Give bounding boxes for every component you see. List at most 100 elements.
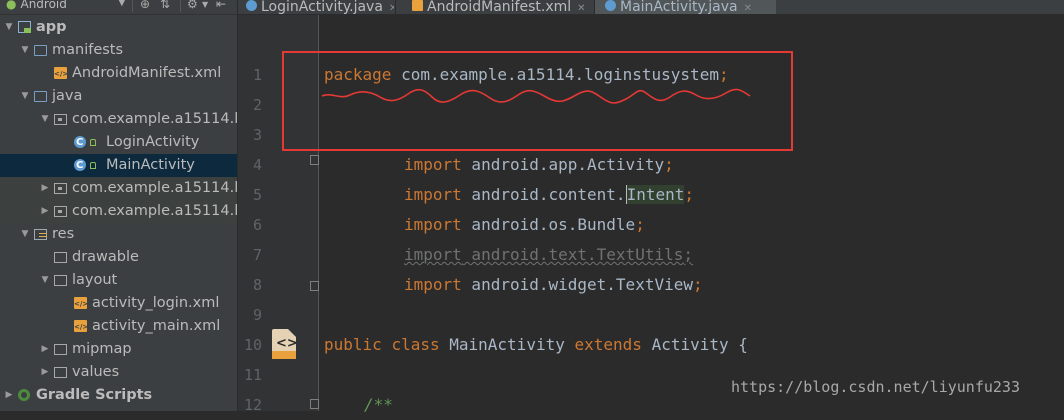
tree-item[interactable]: AndroidManifest.xml <box>0 62 237 86</box>
tree-item-label: java <box>52 88 83 104</box>
annotation-scribble <box>321 88 751 104</box>
tree-item[interactable]: ▶ Gradle Scripts <box>0 384 237 407</box>
line-number: 10 <box>243 336 262 354</box>
collapsed-arrow-icon[interactable]: ▶ <box>40 200 50 223</box>
tree-item-label: com.example.a15114.logi <box>72 203 238 219</box>
keyword: import <box>404 215 462 234</box>
tree-item-label: layout <box>72 272 118 288</box>
class-name: MainActivity <box>449 335 565 354</box>
code-editor[interactable]: 1 2 3 4 5 6 7 8 9 10 11 12 package com.example.a151… <box>238 15 1064 414</box>
tree-item[interactable]: ▶ mipmap <box>0 338 237 361</box>
tree-item[interactable]: ▶ com.example.a15114.logi <box>0 177 237 200</box>
tree-item[interactable]: ▶ com.example.a15114.logi <box>0 200 237 223</box>
tab-label: MainActivity.java <box>620 0 738 14</box>
folder-icon <box>54 344 67 355</box>
expanded-arrow-icon[interactable]: ▼ <box>20 223 30 246</box>
keyword: extends <box>574 335 642 354</box>
code-line-4: import android.app.Activity; <box>404 150 674 180</box>
tree-item-label: com.example.a15114.logi <box>72 180 238 196</box>
tab-android-manifest[interactable]: AndroidManifest.xml ✕ <box>404 0 600 14</box>
tree-item[interactable]: ▼ com.example.a15114.logi <box>0 108 237 131</box>
line-number: 4 <box>252 156 262 174</box>
folder-icon <box>34 91 47 102</box>
tab-label: LoginActivity.java <box>261 0 383 14</box>
hide-panel-icon[interactable]: ⇤ <box>216 0 226 11</box>
keyword: import <box>404 275 462 294</box>
tree-item[interactable]: MainActivity <box>0 154 237 177</box>
expanded-arrow-icon[interactable]: ▼ <box>40 269 50 292</box>
line-number: 9 <box>252 306 262 324</box>
tree-item[interactable]: ▶ values <box>0 361 237 384</box>
tab-login-activity[interactable]: LoginActivity.java ✕ <box>238 0 394 14</box>
tree-item[interactable]: ▼ layout <box>0 269 237 292</box>
gear-menu-icon[interactable]: ▼ <box>202 0 208 9</box>
tree-item[interactable]: ▼ res <box>0 223 237 246</box>
fold-marker-icon[interactable] <box>310 281 319 291</box>
tab-divider <box>395 0 396 14</box>
res-folder-icon <box>34 229 47 240</box>
expanded-arrow-icon[interactable]: ▼ <box>40 108 50 131</box>
gear-icon[interactable]: ⚙ <box>187 0 198 11</box>
tree-item[interactable]: ▼ java <box>0 85 237 108</box>
expanded-arrow-icon[interactable]: ▼ <box>4 16 14 39</box>
open-brace: { <box>738 335 748 354</box>
project-panel: ●Android ▼ ⊕ ⇅ ⚙ ▼ ⇤ ▼ app ▼ manifests Andro… <box>0 0 238 411</box>
close-icon[interactable]: ✕ <box>389 3 394 14</box>
tree-item[interactable]: drawable <box>0 246 237 269</box>
class-icon <box>74 154 86 177</box>
expanded-arrow-icon[interactable]: ▼ <box>20 85 30 108</box>
semicolon: ; <box>683 245 693 264</box>
code-line-10: public class MainActivity extends Activi… <box>324 330 748 360</box>
tree-item[interactable]: activity_login.xml <box>0 292 237 316</box>
tree-item-label: values <box>72 364 120 380</box>
keyword: import <box>404 185 462 204</box>
gradle-icon <box>18 389 30 401</box>
tree-item[interactable]: LoginActivity <box>0 131 237 154</box>
tree-item-label: app <box>36 19 67 35</box>
tree-item-label: LoginActivity <box>106 134 200 150</box>
tab-main-activity[interactable]: MainActivity.java ✕ <box>595 0 776 14</box>
line-number: 6 <box>252 216 262 234</box>
layout-link-icon[interactable]: <> <box>272 329 298 359</box>
fold-marker-icon[interactable] <box>310 155 319 165</box>
semicolon: ; <box>684 185 694 204</box>
collapse-icon[interactable]: ⇅ <box>160 0 170 11</box>
editor-tab-bar: LoginActivity.java ✕ AndroidManifest.xml ✕… <box>238 0 1064 15</box>
project-view-label: Android <box>20 0 67 11</box>
xml-file-icon <box>412 0 423 11</box>
lock-icon <box>90 162 96 169</box>
doc-comment: /** <box>364 395 393 414</box>
tree-item-label: com.example.a15114.logi <box>72 111 238 127</box>
import-path: android.widget.TextView <box>461 275 693 294</box>
import-path: android.os.Bundle <box>461 215 636 234</box>
tree-item[interactable]: ▼ app <box>0 16 237 39</box>
sync-target-icon[interactable]: ⊕ <box>140 0 150 11</box>
identifier-highlight: tent <box>645 185 685 204</box>
import-path: android.app.Activity <box>461 155 665 174</box>
project-view-selector[interactable]: ● Android <box>6 0 67 11</box>
tree-item-label: drawable <box>72 249 139 265</box>
collapsed-arrow-icon[interactable]: ▶ <box>40 338 50 361</box>
android-icon: ● <box>6 0 17 11</box>
collapsed-arrow-icon[interactable]: ▶ <box>40 361 50 384</box>
chevron-down-icon[interactable]: ▼ <box>118 0 126 8</box>
class-icon <box>74 131 86 154</box>
watermark: https://blog.csdn.net/liyunfu233 <box>731 378 1020 396</box>
fold-marker-icon[interactable] <box>310 399 319 409</box>
collapsed-arrow-icon[interactable]: ▶ <box>4 384 14 407</box>
line-number: 2 <box>252 96 262 114</box>
code-line-12: /** <box>364 390 393 420</box>
line-number: 8 <box>252 276 262 294</box>
close-icon[interactable]: ✕ <box>577 3 585 14</box>
close-icon[interactable]: ✕ <box>744 3 752 14</box>
expanded-arrow-icon[interactable]: ▼ <box>20 39 30 62</box>
folder-icon <box>34 45 47 56</box>
collapsed-arrow-icon[interactable]: ▶ <box>40 177 50 200</box>
import-path: android.text.TextUtils <box>461 245 684 264</box>
tree-item[interactable]: activity_main.xml <box>0 315 237 339</box>
line-number: 12 <box>243 396 262 414</box>
xml-file-icon <box>74 293 88 316</box>
package-icon <box>54 183 67 194</box>
tree-item-label: AndroidManifest.xml <box>72 65 222 81</box>
tree-item[interactable]: ▼ manifests <box>0 39 237 62</box>
